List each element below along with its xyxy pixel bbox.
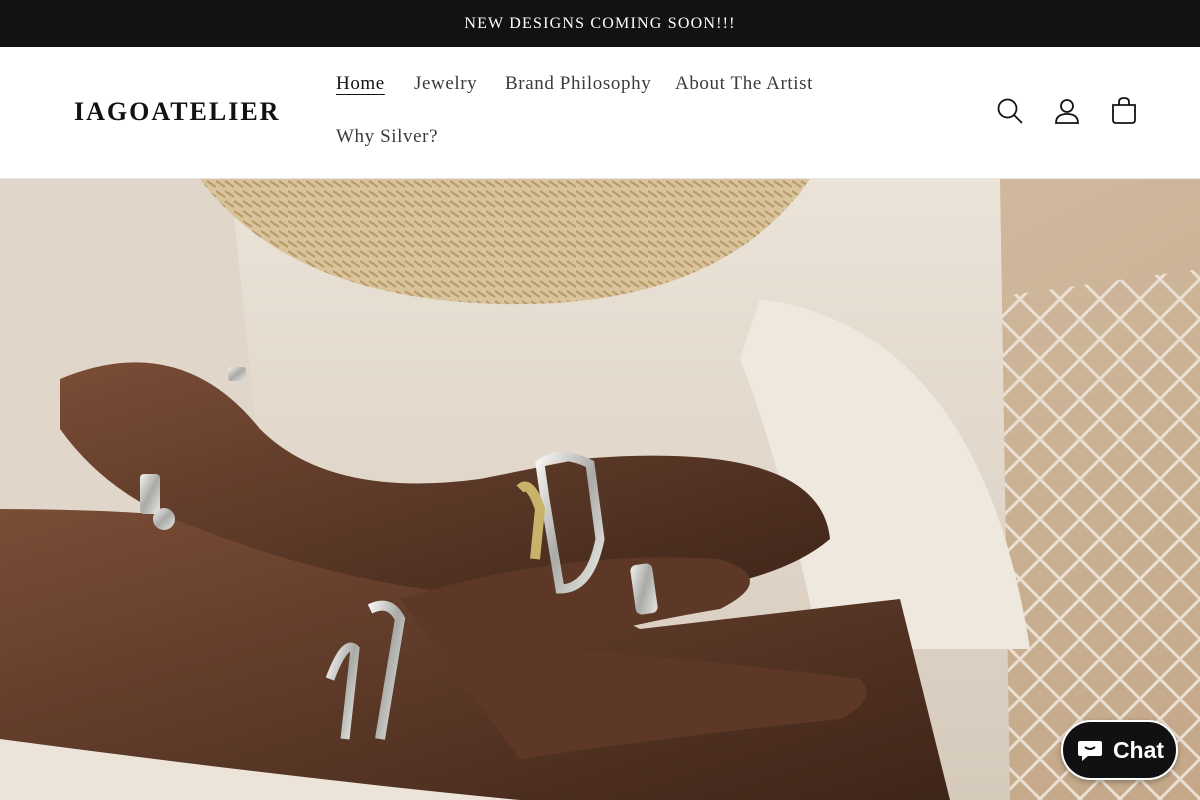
hero-image: Chat — [0, 179, 1200, 800]
announcement-text: NEW DESIGNS COMING SOON!!! — [464, 14, 736, 32]
account-icon[interactable] — [1051, 91, 1083, 131]
announcement-bar: NEW DESIGNS COMING SOON!!! — [0, 0, 1200, 47]
nav-about-the-artist[interactable]: About The Artist — [675, 73, 813, 95]
chat-bubble-icon — [1077, 741, 1102, 761]
nav-why-silver[interactable]: Why Silver? — [336, 126, 438, 148]
nav-home[interactable]: Home — [336, 73, 385, 95]
nav-brand-philosophy[interactable]: Brand Philosophy — [505, 73, 651, 95]
chat-label: Chat — [1112, 736, 1165, 763]
header-icons — [994, 91, 1140, 131]
search-icon[interactable] — [994, 91, 1026, 131]
hero-photo — [0, 179, 1200, 800]
site-header: IAGOATELIER Home Jewelry Brand Philosoph… — [0, 47, 1200, 179]
nav-jewelry[interactable]: Jewelry — [414, 73, 477, 95]
site-logo[interactable]: IAGOATELIER — [74, 97, 280, 127]
chat-button[interactable]: Chat — [1061, 720, 1178, 780]
cart-icon[interactable] — [1108, 91, 1140, 131]
